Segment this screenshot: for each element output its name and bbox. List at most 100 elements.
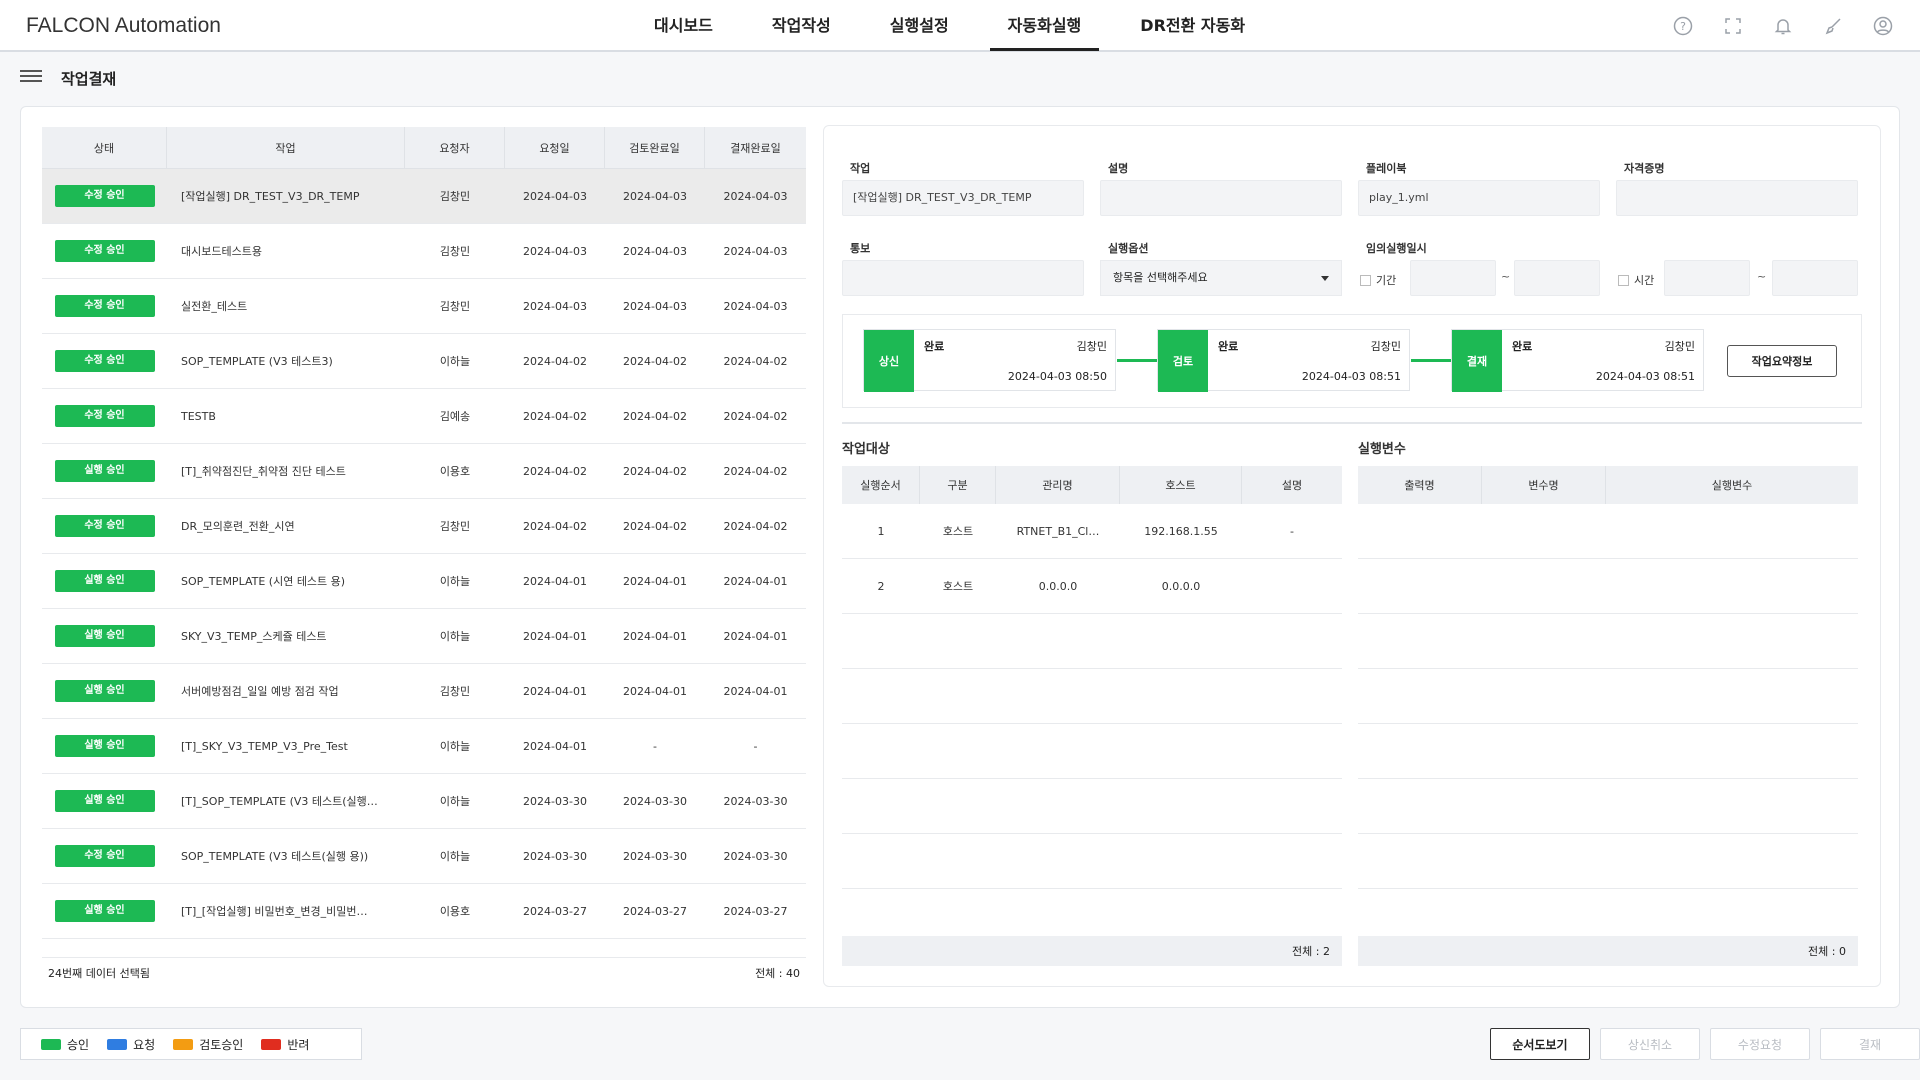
table-row[interactable]: 실행 승인 SKY_V3_TEMP_스케쥴 테스트 이하늘 2024-04-01 202… <box>42 609 806 664</box>
time-label: 시간 <box>1634 274 1655 287</box>
table-row[interactable]: 수정 승인 SOP_TEMPLATE (V3 테스트3) 이하늘 2024-04-02… <box>42 334 806 389</box>
nav-dashboard[interactable]: 대시보드 <box>636 0 731 52</box>
col-host[interactable]: 호스트 <box>1120 466 1242 504</box>
table-row[interactable]: 1 호스트 RTNET_B1_Cl… 192.168.1.55 - <box>842 504 1342 559</box>
col-exec-order[interactable]: 실행순서 <box>842 466 920 504</box>
col-type[interactable]: 구분 <box>920 466 996 504</box>
period-end-field[interactable] <box>1514 260 1600 296</box>
list-total: 전체 : 40 <box>755 966 800 980</box>
label-desc: 설명 <box>1108 162 1129 175</box>
cancel-submit-button[interactable]: 상신취소 <box>1600 1028 1700 1060</box>
chevron-down-icon <box>1321 276 1329 281</box>
col-exec-var[interactable]: 실행변수 <box>1606 466 1858 504</box>
approve-date-cell: 2024-03-30 <box>723 849 788 863</box>
col-var-name[interactable]: 변수명 <box>1482 466 1606 504</box>
approval-list: 상태 작업 요청자 요청일 검토완료일 결재완료일 수정 승인 [작업실행] DR… <box>42 127 806 987</box>
task-cell: SOP_TEMPLATE (시연 테스트 용) <box>181 575 346 588</box>
vars-total: 전체 : 0 <box>1808 945 1846 958</box>
hamburger-menu-icon[interactable] <box>20 67 42 87</box>
approve-date-cell: 2024-03-27 <box>723 904 788 918</box>
exec-option-select[interactable]: 항목을 선택해주세요 <box>1100 260 1342 296</box>
review-date-cell: 2024-04-03 <box>623 299 687 313</box>
status-cell: 실행 승인 <box>42 884 167 938</box>
request-date-cell: 2024-04-01 <box>523 574 587 588</box>
task-cell: [작업실행] DR_TEST_V3_DR_TEMP <box>181 190 360 203</box>
time-end-field[interactable] <box>1772 260 1858 296</box>
time-start-field[interactable] <box>1664 260 1750 296</box>
legend-swatch <box>41 1038 61 1050</box>
credential-field[interactable] <box>1616 180 1858 216</box>
notify-field[interactable] <box>842 260 1084 296</box>
status-cell: 실행 승인 <box>42 719 167 773</box>
nav-exec-settings[interactable]: 실행설정 <box>872 0 967 52</box>
request-date-cell: 2024-04-03 <box>523 299 587 313</box>
period-checkbox[interactable]: 기간 <box>1360 272 1396 288</box>
app-logo[interactable]: FALCON Automation <box>26 14 221 38</box>
task-cell: [T]_SOP_TEMPLATE (V3 테스트(실행… <box>181 795 378 808</box>
exec-option-value: 항목을 선택해주세요 <box>1113 271 1208 284</box>
col-manage-name[interactable]: 관리명 <box>996 466 1120 504</box>
view-sequence-button[interactable]: 순서도보기 <box>1490 1028 1590 1060</box>
col-approve-date[interactable]: 결재완료일 <box>705 127 806 168</box>
table-row[interactable]: 실행 승인 [T]_취약점진단_취약점 진단 테스트 이용호 2024-04-02 20… <box>42 444 806 499</box>
playbook-field[interactable]: play_1.yml <box>1358 180 1600 216</box>
table-row[interactable]: 실행 승인 SOP_TEMPLATE (시연 테스트 용) 이하늘 2024-04-0… <box>42 554 806 609</box>
user-icon[interactable] <box>1870 13 1896 39</box>
brush-icon[interactable] <box>1820 13 1846 39</box>
status-badge: 수정 승인 <box>54 295 155 317</box>
requester-cell: 김창민 <box>439 300 471 313</box>
col-status[interactable]: 상태 <box>42 127 167 168</box>
table-row[interactable]: 실행 승인 서버예방점검_일일 예방 점검 작업 김창민 2024-04-01 2024… <box>42 664 806 719</box>
nav-task-create[interactable]: 작업작성 <box>754 0 849 52</box>
period-start-field[interactable] <box>1410 260 1496 296</box>
table-row[interactable]: 2 호스트 0.0.0.0 0.0.0.0 <box>842 559 1342 614</box>
type-cell: 호스트 <box>942 525 974 538</box>
col-request-date[interactable]: 요청일 <box>505 127 605 168</box>
step-submit-status: 완료 <box>924 340 945 353</box>
fullscreen-icon[interactable] <box>1720 13 1746 39</box>
targets-footer: 전체 : 2 <box>842 936 1342 966</box>
task-field[interactable]: [작업실행] DR_TEST_V3_DR_TEMP <box>842 180 1084 216</box>
table-row[interactable]: 실행 승인 [T]_[작업실행] 비밀번호_변경_비밀번… 이용호 2024-03-2… <box>42 884 806 939</box>
approve-date-cell: 2024-04-02 <box>723 409 788 423</box>
request-date-cell: 2024-03-30 <box>523 794 587 808</box>
host-cell: 0.0.0.0 <box>1161 579 1201 593</box>
approve-date-cell: 2024-03-30 <box>723 794 788 808</box>
status-badge: 수정 승인 <box>54 405 155 427</box>
table-row[interactable]: 수정 승인 실전환_테스트 김창민 2024-04-03 2024-04-03 2024-… <box>42 279 806 334</box>
request-modify-button[interactable]: 수정요청 <box>1710 1028 1810 1060</box>
table-row[interactable]: 수정 승인 DR_모의훈련_전환_시연 김창민 2024-04-02 2024-04-0… <box>42 499 806 554</box>
label-task: 작업 <box>850 162 871 175</box>
approve-date-cell: 2024-04-03 <box>723 244 788 258</box>
table-row[interactable]: 수정 승인 [작업실행] DR_TEST_V3_DR_TEMP 김창민 2024-04… <box>42 169 806 224</box>
table-row[interactable]: 실행 승인 [T]_SKY_V3_TEMP_V3_Pre_Test 이하늘 2024-… <box>42 719 806 774</box>
col-requester[interactable]: 요청자 <box>405 127 505 168</box>
nav-automation-run[interactable]: 자동화실행 <box>989 0 1100 51</box>
requester-cell: 김예송 <box>439 410 471 423</box>
col-task[interactable]: 작업 <box>167 127 405 168</box>
col-desc[interactable]: 설명 <box>1242 466 1342 504</box>
request-date-cell: 2024-04-02 <box>523 464 587 478</box>
status-cell: 수정 승인 <box>42 389 167 443</box>
help-icon[interactable]: ? <box>1670 13 1696 39</box>
desc-field[interactable] <box>1100 180 1342 216</box>
col-output-name[interactable]: 출력명 <box>1358 466 1482 504</box>
time-checkbox[interactable]: 시간 <box>1618 272 1654 288</box>
task-cell: [T]_SKY_V3_TEMP_V3_Pre_Test <box>181 739 348 753</box>
approve-date-cell: 2024-04-02 <box>723 519 788 533</box>
review-date-cell: 2024-03-30 <box>623 794 687 808</box>
col-review-date[interactable]: 검토완료일 <box>605 127 705 168</box>
request-date-cell: 2024-04-02 <box>523 409 587 423</box>
request-date-cell: 2024-04-01 <box>523 684 587 698</box>
checkbox-icon <box>1360 274 1371 286</box>
table-row[interactable]: 수정 승인 SOP_TEMPLATE (V3 테스트(실행 용)) 이하늘 2024-… <box>42 829 806 884</box>
bell-icon[interactable] <box>1770 13 1796 39</box>
nav-dr-automation[interactable]: DR전환 자동화 <box>1122 0 1263 52</box>
table-row[interactable]: 수정 승인 TESTB 김예송 2024-04-02 2024-04-02 2024-04… <box>42 389 806 444</box>
step-submit-name: 김창민 <box>1076 340 1107 353</box>
request-date-cell: 2024-04-02 <box>523 354 587 368</box>
table-row[interactable]: 실행 승인 [T]_SOP_TEMPLATE (V3 테스트(실행… 이하늘 2024… <box>42 774 806 829</box>
task-summary-button[interactable]: 작업요약정보 <box>1727 345 1837 377</box>
approve-button[interactable]: 결재 <box>1820 1028 1920 1060</box>
table-row[interactable]: 수정 승인 대시보드테스트용 김창민 2024-04-03 2024-04-03 2024… <box>42 224 806 279</box>
